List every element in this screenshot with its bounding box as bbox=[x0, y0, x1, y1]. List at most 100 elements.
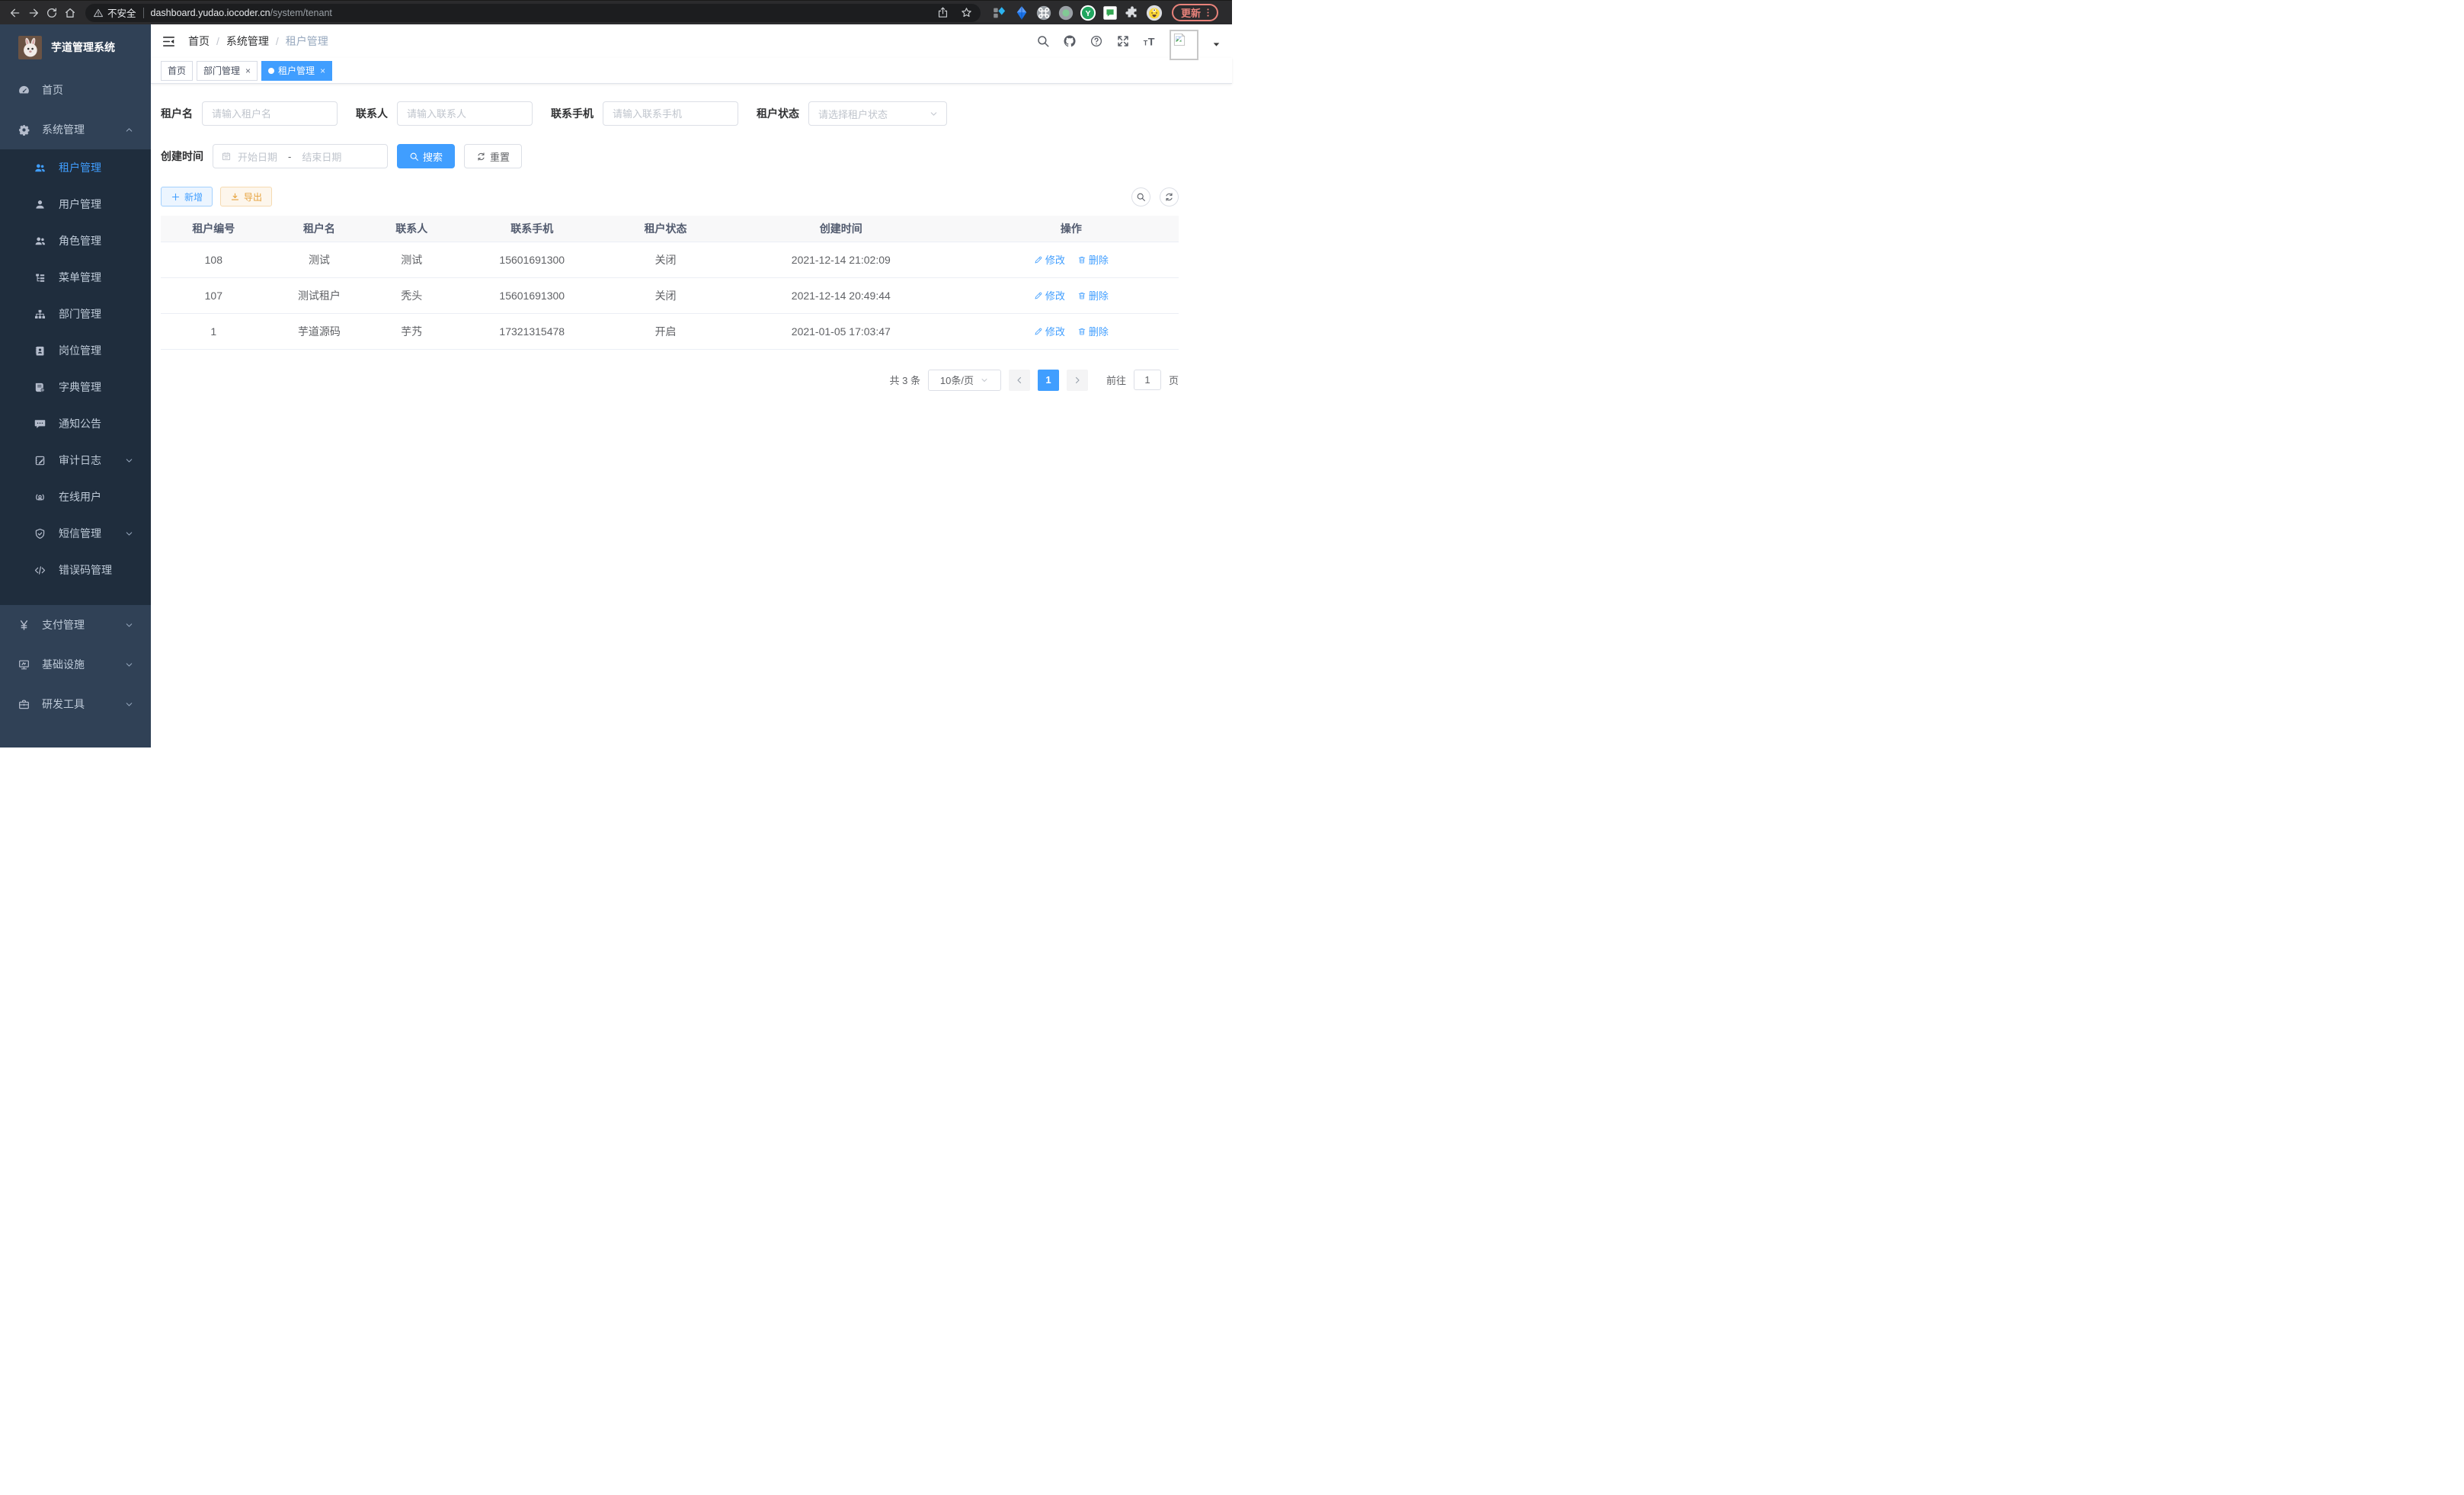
filter-item-status: 租户状态请选择租户状态 bbox=[757, 101, 947, 126]
tab-close-icon[interactable]: × bbox=[320, 66, 325, 76]
sidebar-item-system[interactable]: 系统管理 bbox=[0, 110, 151, 149]
fullscreen-icon[interactable] bbox=[1116, 34, 1130, 48]
github-icon[interactable] bbox=[1063, 34, 1077, 48]
search-button[interactable]: 搜索 bbox=[397, 144, 455, 168]
sidebar-item-dict[interactable]: 字典管理 bbox=[0, 369, 151, 405]
tab-tenant[interactable]: 租户管理× bbox=[261, 61, 332, 81]
tab-home[interactable]: 首页 bbox=[161, 61, 193, 81]
bookmark-star-icon[interactable] bbox=[960, 6, 973, 19]
chrome-menu-icon[interactable] bbox=[1202, 7, 1214, 18]
sidebar-item-menu[interactable]: 菜单管理 bbox=[0, 259, 151, 296]
sidebar-item-label: 错误码管理 bbox=[59, 562, 112, 578]
cell-created-time: 2021-12-14 21:02:09 bbox=[718, 242, 964, 277]
sidebar-item-role[interactable]: 角色管理 bbox=[0, 222, 151, 259]
next-page-button[interactable] bbox=[1067, 370, 1088, 391]
record-extension-icon[interactable] bbox=[1058, 5, 1074, 21]
not-secure-warning-icon[interactable] bbox=[93, 8, 104, 18]
end-date-placeholder[interactable]: 结束日期 bbox=[302, 149, 341, 164]
extensions-row: Y bbox=[991, 5, 1163, 21]
browser-back-icon[interactable] bbox=[6, 4, 24, 22]
breadcrumb-item[interactable]: 系统管理 bbox=[226, 34, 269, 49]
search-button-label: 搜索 bbox=[423, 149, 443, 164]
command-extension-icon[interactable] bbox=[1035, 5, 1052, 21]
url-path: /system/tenant bbox=[270, 8, 332, 18]
delete-icon bbox=[1077, 255, 1086, 264]
delete-link[interactable]: 删除 bbox=[1077, 324, 1109, 338]
chrome-update-button[interactable]: 更新 bbox=[1172, 4, 1218, 21]
chat-extension-icon[interactable] bbox=[1102, 5, 1118, 21]
tab-close-icon[interactable]: × bbox=[245, 66, 251, 76]
goto-page-input[interactable] bbox=[1134, 370, 1161, 390]
tab-dept[interactable]: 部门管理× bbox=[197, 61, 258, 81]
sidebar-item-dept[interactable]: 部门管理 bbox=[0, 296, 151, 332]
reset-button-icon bbox=[476, 152, 486, 162]
edit-link[interactable]: 修改 bbox=[1034, 252, 1065, 267]
delete-link[interactable]: 删除 bbox=[1077, 252, 1109, 267]
browser-window: 不安全 dashboard.yudao.iocoder.cn/system/te… bbox=[0, 0, 1232, 748]
cell-tenant-name: 芋道源码 bbox=[267, 313, 373, 349]
sidebar-item-sms[interactable]: 短信管理 bbox=[0, 515, 151, 552]
phone-input[interactable] bbox=[603, 101, 738, 126]
sidebar-item-pay[interactable]: 支付管理 bbox=[0, 605, 151, 645]
sidebar-item-home[interactable]: 首页 bbox=[0, 70, 151, 110]
breadcrumb-item[interactable]: 首页 bbox=[188, 34, 210, 49]
sidebar-item-online-user[interactable]: 在线用户 bbox=[0, 479, 151, 515]
header-search-icon[interactable] bbox=[1036, 34, 1050, 48]
sidebar-item-infra[interactable]: 基础设施 bbox=[0, 645, 151, 684]
font-size-icon[interactable]: TT bbox=[1143, 34, 1157, 48]
sidebar-menu: 首页系统管理租户管理用户管理角色管理菜单管理部门管理岗位管理字典管理通知公告审计… bbox=[0, 70, 151, 724]
page-size-select[interactable]: 10条/页 bbox=[928, 370, 1001, 391]
diamond-extension-icon[interactable] bbox=[991, 5, 1008, 21]
date-range-picker[interactable]: 开始日期 - 结束日期 bbox=[213, 144, 388, 168]
sidebar-item-tenant[interactable]: 租户管理 bbox=[0, 149, 151, 186]
plus-icon bbox=[171, 192, 181, 202]
yen-icon bbox=[18, 619, 30, 632]
page-1-button[interactable]: 1 bbox=[1038, 370, 1059, 391]
sidebar-item-audit-log[interactable]: 审计日志 bbox=[0, 442, 151, 479]
sidebar-item-notice[interactable]: 通知公告 bbox=[0, 405, 151, 442]
browser-forward-icon[interactable] bbox=[24, 4, 43, 22]
refresh-table-button[interactable] bbox=[1160, 187, 1179, 206]
edit-link[interactable]: 修改 bbox=[1034, 324, 1065, 338]
start-date-placeholder[interactable]: 开始日期 bbox=[238, 149, 277, 164]
add-button[interactable]: 新增 bbox=[161, 187, 213, 206]
update-label: 更新 bbox=[1181, 5, 1201, 20]
show-search-toggle-button[interactable] bbox=[1131, 187, 1150, 206]
delete-link[interactable]: 删除 bbox=[1077, 288, 1109, 303]
address-bar[interactable]: 不安全 dashboard.yudao.iocoder.cn/system/te… bbox=[85, 4, 981, 22]
reset-button[interactable]: 重置 bbox=[464, 144, 522, 168]
contact-input[interactable] bbox=[397, 101, 533, 126]
cell-status: 关闭 bbox=[613, 277, 718, 313]
active-tab-dot bbox=[268, 68, 274, 74]
share-icon[interactable] bbox=[936, 6, 949, 19]
sidebar-toggle-icon[interactable] bbox=[162, 34, 176, 49]
browser-home-icon[interactable] bbox=[61, 4, 79, 22]
emoji-avatar-icon[interactable] bbox=[1146, 5, 1163, 21]
table-header-row: 租户编号租户名联系人联系手机租户状态创建时间操作 bbox=[161, 216, 1179, 242]
cell-status: 关闭 bbox=[613, 242, 718, 277]
avatar-caret-down-icon[interactable] bbox=[1211, 40, 1221, 50]
status-select[interactable]: 请选择租户状态 bbox=[808, 101, 947, 126]
cell-actions: 修改删除 bbox=[964, 242, 1179, 277]
tenant-name-input[interactable] bbox=[202, 101, 338, 126]
sidebar-item-dev-tool[interactable]: 研发工具 bbox=[0, 684, 151, 724]
dictionary-icon bbox=[34, 381, 46, 394]
prev-page-button[interactable] bbox=[1009, 370, 1030, 391]
sidebar-item-label: 通知公告 bbox=[59, 416, 101, 431]
kite-extension-icon[interactable] bbox=[1013, 5, 1030, 21]
export-button[interactable]: 导出 bbox=[220, 187, 272, 206]
sidebar-item-error-code[interactable]: 错误码管理 bbox=[0, 552, 151, 588]
help-icon[interactable] bbox=[1090, 34, 1103, 48]
puzzle-extensions-icon[interactable] bbox=[1124, 5, 1141, 21]
edit-icon bbox=[1034, 291, 1043, 300]
sidebar-item-user[interactable]: 用户管理 bbox=[0, 186, 151, 222]
sidebar-item-label: 基础设施 bbox=[42, 657, 85, 672]
browser-refresh-icon[interactable] bbox=[43, 4, 61, 22]
sidebar-item-post[interactable]: 岗位管理 bbox=[0, 332, 151, 369]
user-icon bbox=[34, 198, 46, 211]
svg-text:T: T bbox=[1144, 39, 1148, 46]
edit-link[interactable]: 修改 bbox=[1034, 288, 1065, 303]
browser-chrome: 不安全 dashboard.yudao.iocoder.cn/system/te… bbox=[0, 0, 1232, 24]
y-extension-icon[interactable]: Y bbox=[1080, 5, 1096, 21]
user-avatar[interactable] bbox=[1170, 30, 1198, 60]
